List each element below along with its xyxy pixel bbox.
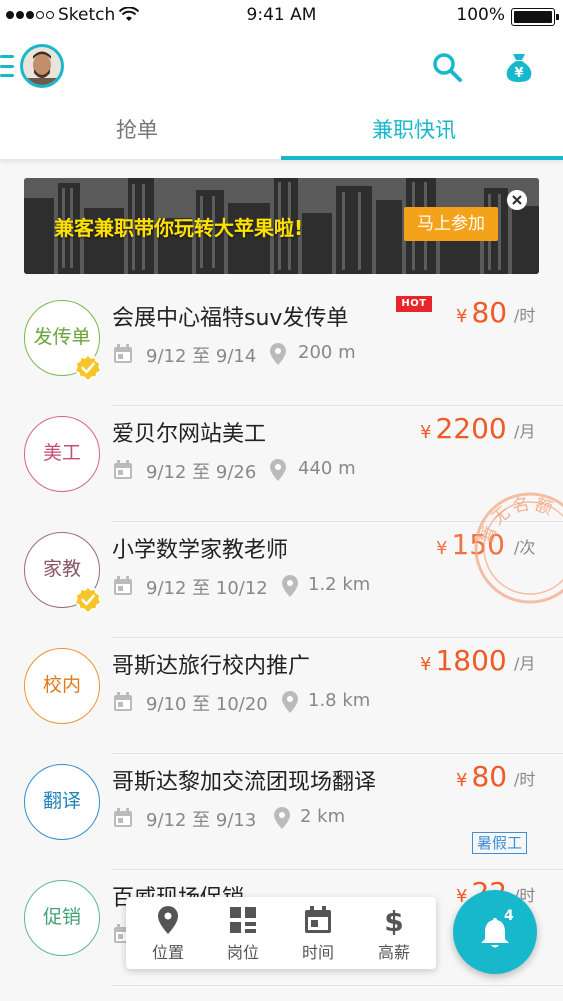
filter-position[interactable]: 岗位 xyxy=(213,905,273,963)
location-pin-icon xyxy=(274,807,290,829)
calendar-icon xyxy=(114,808,132,827)
job-distance: 2 km xyxy=(300,806,346,827)
notification-button[interactable]: 4 xyxy=(453,890,537,974)
calendar-icon xyxy=(114,344,132,363)
promo-banner[interactable]: 兼客兼职带你玩转大苹果啦! 马上参加 xyxy=(24,178,539,274)
job-distance: 1.2 km xyxy=(308,574,371,595)
svg-text:¥: ¥ xyxy=(514,66,523,81)
search-icon[interactable] xyxy=(430,50,464,84)
grid-icon xyxy=(230,907,256,933)
job-item[interactable]: 发传单 会展中心福特suv发传单 HOT 9/12 至 9/14 200 m ¥… xyxy=(0,290,563,406)
price-unit: /时 xyxy=(514,770,536,789)
job-price: ¥80 xyxy=(456,760,507,793)
hot-badge: HOT xyxy=(396,296,432,312)
job-price: ¥1800 xyxy=(420,644,507,677)
menu-icon[interactable] xyxy=(0,55,14,77)
no-vacancy-stamp: 暂无名额 xyxy=(470,488,563,604)
currency-symbol: ¥ xyxy=(456,770,468,791)
price-amount: 80 xyxy=(471,760,508,793)
battery-percent: 100% xyxy=(456,5,505,25)
job-title: 小学数学家教老师 xyxy=(112,538,289,563)
currency-symbol: ¥ xyxy=(420,654,432,675)
job-dates: 9/12 至 9/13 xyxy=(146,810,257,831)
battery-icon xyxy=(511,8,559,26)
dollar-icon: $ xyxy=(384,905,403,935)
banner-text: 兼客兼职带你玩转大苹果啦! xyxy=(54,216,304,240)
svg-text:$: $ xyxy=(384,905,403,935)
price-amount: 1800 xyxy=(435,644,507,677)
currency-symbol: ¥ xyxy=(436,538,448,559)
price-amount: 2200 xyxy=(435,412,507,445)
job-dates: 9/12 至 9/26 xyxy=(146,462,257,483)
filter-label: 时间 xyxy=(301,943,334,962)
calendar-icon xyxy=(114,460,132,479)
active-tab-indicator xyxy=(281,156,563,160)
location-pin-icon xyxy=(282,691,298,713)
category-badge: 翻译 xyxy=(24,764,100,840)
location-pin-icon xyxy=(282,575,298,597)
verified-icon xyxy=(74,586,102,614)
tab-grab-orders[interactable]: 抢单 xyxy=(116,114,158,144)
filter-bar: 位置 岗位 时间 $ 高薪 xyxy=(126,897,436,969)
job-title: 哥斯达旅行校内推广 xyxy=(112,654,311,679)
job-title: 哥斯达黎加交流团现场翻译 xyxy=(112,770,377,795)
price-unit: /时 xyxy=(514,306,536,325)
job-item[interactable]: 翻译 哥斯达黎加交流团现场翻译 9/12 至 9/13 2 km ¥80 /时 … xyxy=(0,754,563,870)
filter-label: 高薪 xyxy=(377,943,410,962)
job-distance: 200 m xyxy=(298,342,356,363)
nav-bar: ¥ xyxy=(0,32,563,102)
job-price: ¥2200 xyxy=(420,412,507,445)
calendar-icon xyxy=(114,576,132,595)
calendar-icon xyxy=(305,906,331,933)
currency-symbol: ¥ xyxy=(420,422,432,443)
location-pin-icon xyxy=(270,343,286,365)
tab-part-time-news[interactable]: 兼职快讯 xyxy=(372,114,456,144)
job-distance: 1.8 km xyxy=(308,690,371,711)
price-unit: /月 xyxy=(514,654,536,673)
job-dates: 9/10 至 10/20 xyxy=(146,694,268,715)
avatar[interactable] xyxy=(20,44,64,88)
job-dates: 9/12 至 10/12 xyxy=(146,578,268,599)
filter-label: 位置 xyxy=(151,943,184,962)
filter-location[interactable]: 位置 xyxy=(138,905,198,963)
notification-count: 4 xyxy=(504,908,514,924)
job-title: 会展中心福特suv发传单 xyxy=(112,306,349,331)
verified-icon xyxy=(74,354,102,382)
currency-symbol: ¥ xyxy=(456,306,468,327)
join-now-button[interactable]: 马上参加 xyxy=(404,207,498,241)
status-bar: Sketch 9:41 AM 100% xyxy=(0,0,563,32)
job-title: 爱贝尔网站美工 xyxy=(112,422,267,447)
filter-high-pay[interactable]: $ 高薪 xyxy=(364,905,424,963)
job-dates: 9/12 至 9/14 xyxy=(146,346,257,367)
category-badge: 促销 xyxy=(24,880,100,956)
price-amount: 80 xyxy=(471,296,508,329)
category-badge: 美工 xyxy=(24,416,100,492)
location-pin-icon xyxy=(270,459,286,481)
location-pin-icon xyxy=(158,906,178,934)
close-icon[interactable] xyxy=(507,190,527,210)
category-badge: 校内 xyxy=(24,648,100,724)
calendar-icon xyxy=(114,692,132,711)
job-distance: 440 m xyxy=(298,458,356,479)
summer-job-tag: 暑假工 xyxy=(472,832,528,854)
job-item[interactable]: 校内 哥斯达旅行校内推广 9/10 至 10/20 1.8 km ¥1800 /… xyxy=(0,638,563,754)
price-unit: /月 xyxy=(514,422,536,441)
tab-bar: 抢单 兼职快讯 xyxy=(0,102,563,160)
filter-label: 岗位 xyxy=(226,943,259,962)
job-price: ¥80 xyxy=(456,296,507,329)
money-bag-icon[interactable]: ¥ xyxy=(502,50,536,84)
filter-time[interactable]: 时间 xyxy=(288,905,348,963)
